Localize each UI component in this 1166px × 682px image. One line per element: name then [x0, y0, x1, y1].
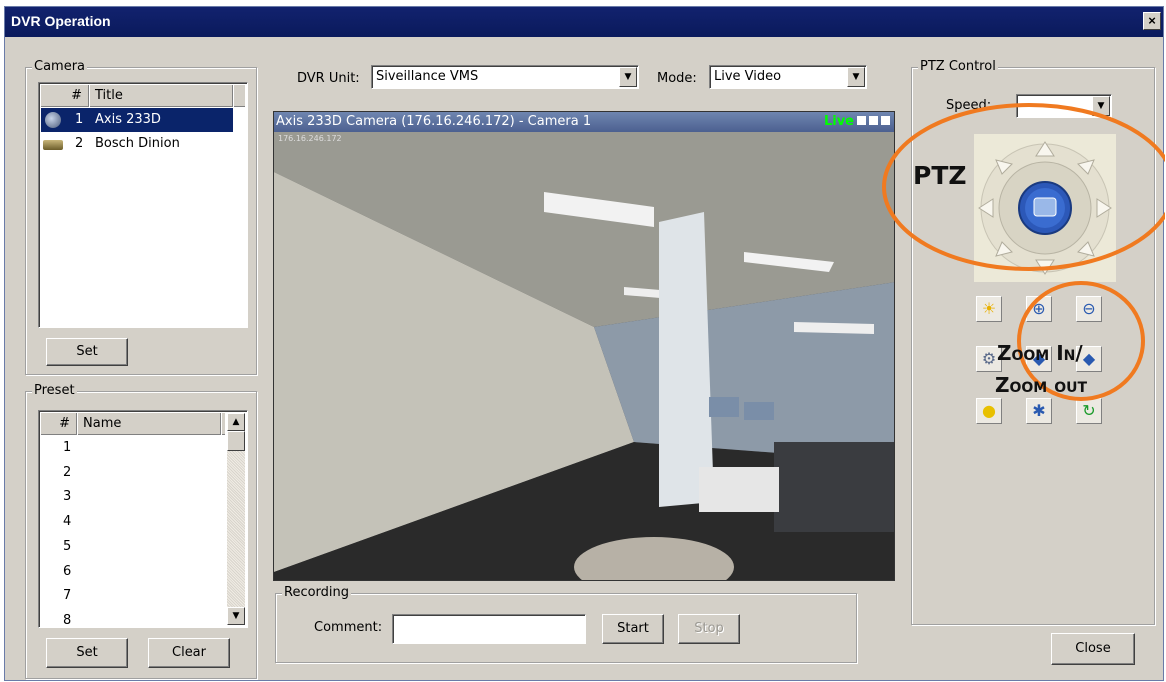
camera-row-title: Axis 233D — [95, 112, 161, 127]
scroll-thumb[interactable] — [227, 431, 245, 451]
comment-label: Comment: — [314, 620, 383, 635]
chevron-down-icon[interactable]: ▼ — [1092, 96, 1110, 116]
dvr-unit-label: DVR Unit: — [297, 71, 360, 86]
preset-row-num: 5 — [63, 538, 72, 554]
preset-col-num[interactable]: # — [41, 413, 77, 435]
ptz-pad[interactable] — [974, 134, 1116, 282]
camera-row[interactable]: 1 Axis 233D — [41, 108, 233, 132]
live-square-icon — [869, 116, 878, 125]
video-title: Axis 233D Camera (176.16.246.172) - Came… — [276, 114, 592, 129]
preset-row[interactable]: 2 — [41, 461, 221, 485]
camera-group-label: Camera — [32, 59, 88, 74]
title-bar: DVR Operation × — [5, 7, 1163, 37]
preset-list[interactable]: # Name 1 2 3 4 5 6 7 8 ▲ ▼ — [38, 410, 248, 628]
scroll-down-icon[interactable]: ▼ — [227, 607, 245, 625]
video-overlay-ip: 176.16.246.172 — [278, 134, 342, 143]
preset-row-num: 1 — [63, 440, 72, 455]
mode-select[interactable]: Live Video ▼ — [709, 65, 867, 89]
speed-select[interactable]: ▼ — [1016, 94, 1112, 118]
speed-label: Speed: — [946, 98, 992, 113]
preset-row-num: 8 — [63, 612, 72, 628]
preset-row[interactable]: 1 — [41, 436, 221, 460]
preset-set-button[interactable]: Set — [46, 638, 128, 668]
zoom-in-icon[interactable]: ⊕ — [1026, 296, 1052, 322]
video-viewport[interactable]: Axis 233D Camera (176.16.246.172) - Came… — [273, 111, 895, 581]
zoom-annotation-line1: Zoom In/ — [997, 341, 1083, 365]
camera-col-num[interactable]: # — [41, 85, 89, 107]
zoom-annotation-line2: Zoom out — [995, 373, 1088, 397]
camera-row-title: Bosch Dinion — [95, 136, 180, 151]
preset-group-label: Preset — [32, 383, 77, 398]
camera-list-header: # Title — [41, 85, 245, 107]
live-indicator: Live — [824, 112, 890, 132]
mode-value: Live Video — [714, 69, 782, 84]
camera-row[interactable]: 2 Bosch Dinion — [41, 132, 233, 156]
preset-row[interactable]: 6 — [41, 560, 221, 584]
ptz-pad-graphic — [978, 141, 1112, 275]
camera-row-num: 2 — [75, 136, 84, 151]
preset-row-num: 7 — [63, 588, 72, 604]
video-frame-image — [274, 132, 894, 580]
preset-row-num: 2 — [63, 464, 72, 480]
preset-list-header: # Name — [41, 413, 225, 435]
video-title-bar: Axis 233D Camera (176.16.246.172) - Came… — [274, 112, 894, 132]
scroll-up-icon[interactable]: ▲ — [227, 413, 245, 431]
zoom-out-icon[interactable]: ⊖ — [1076, 296, 1102, 322]
preset-row-num: 3 — [63, 489, 72, 505]
preset-row-num: 6 — [63, 563, 72, 579]
refresh-icon[interactable]: ↻ — [1076, 398, 1102, 424]
start-button[interactable]: Start — [602, 614, 664, 644]
chevron-down-icon[interactable]: ▼ — [847, 67, 865, 87]
live-label: Live — [823, 114, 854, 129]
preset-row-num: 4 — [63, 514, 72, 530]
wiper-icon[interactable]: ✱ — [1026, 398, 1052, 424]
preset-row[interactable]: 8 — [41, 609, 221, 633]
stop-button[interactable]: Stop — [678, 614, 740, 644]
window-title: DVR Operation — [11, 13, 111, 29]
camera-row-num: 1 — [75, 112, 84, 127]
close-icon[interactable]: × — [1143, 12, 1161, 30]
brightness-icon[interactable]: ☀ — [976, 296, 1002, 322]
preset-row[interactable]: 4 — [41, 510, 221, 534]
ptz-camera-icon — [45, 112, 61, 128]
dvr-unit-select[interactable]: Siveillance VMS ▼ — [371, 65, 639, 89]
live-square-icon — [857, 116, 866, 125]
ptz-annotation: PTZ — [913, 161, 967, 190]
preset-row[interactable]: 7 — [41, 584, 221, 608]
dvr-unit-value: Siveillance VMS — [376, 69, 479, 84]
preset-clear-button[interactable]: Clear — [148, 638, 230, 668]
camera-group: Camera # Title 1 Axis 233D 2 Bosch Dinio… — [25, 59, 257, 375]
fixed-camera-icon — [43, 140, 63, 150]
dvr-operation-window: DVR Operation × Camera # Title 1 Axis 23… — [4, 6, 1165, 681]
chevron-down-icon[interactable]: ▼ — [619, 67, 637, 87]
mode-label: Mode: — [657, 71, 697, 86]
preset-group: Preset # Name 1 2 3 4 5 6 7 8 ▲ ▼ Set Clear — [25, 383, 257, 679]
camera-col-title[interactable]: Title — [89, 85, 233, 107]
live-square-icon — [881, 116, 890, 125]
recording-group-label: Recording — [282, 585, 352, 600]
light-icon[interactable]: ● — [976, 398, 1002, 424]
preset-col-name[interactable]: Name — [77, 413, 221, 435]
comment-input[interactable] — [392, 614, 586, 644]
preset-scrollbar[interactable]: ▲ ▼ — [227, 413, 245, 625]
preset-row[interactable]: 3 — [41, 485, 221, 509]
ptz-group-label: PTZ Control — [918, 59, 998, 74]
recording-group: Recording Comment: Start Stop — [275, 585, 857, 663]
close-button[interactable]: Close — [1051, 633, 1135, 665]
preset-row[interactable]: 5 — [41, 535, 221, 559]
camera-set-button[interactable]: Set — [46, 338, 128, 366]
camera-list[interactable]: # Title 1 Axis 233D 2 Bosch Dinion — [38, 82, 248, 328]
